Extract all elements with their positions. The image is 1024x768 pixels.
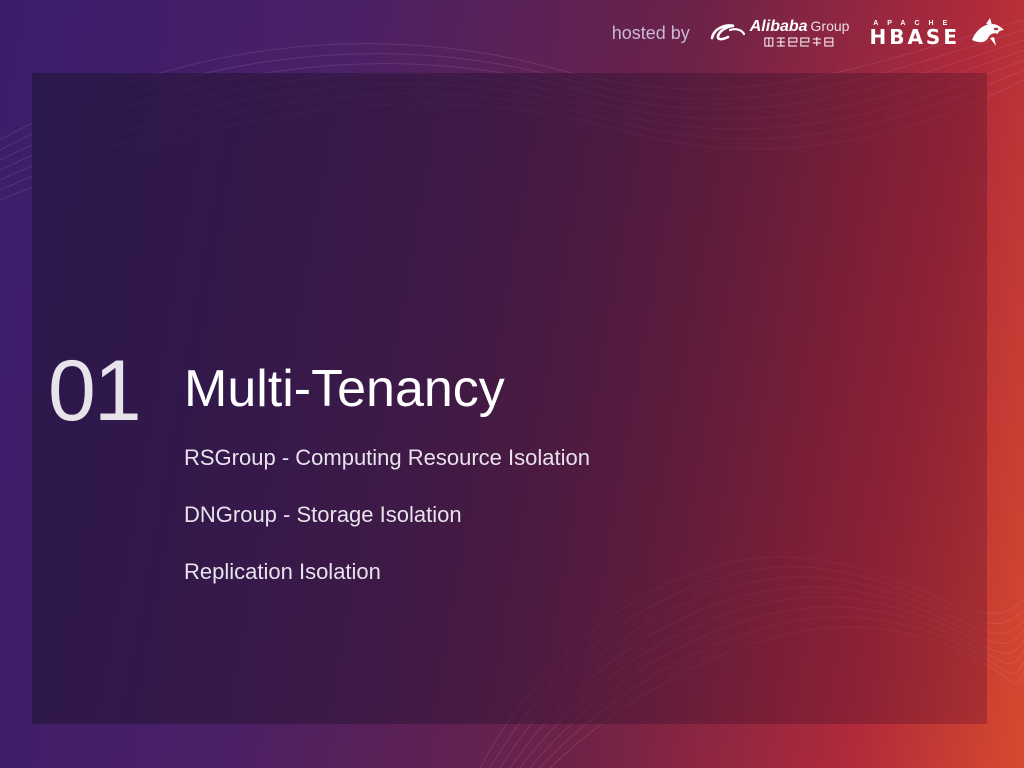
alibaba-chinese-wordmark — [764, 37, 834, 47]
alibaba-suffix: Group — [810, 18, 850, 34]
content-panel — [32, 73, 987, 724]
topic-list: RSGroup - Computing Resource Isolation D… — [184, 445, 590, 616]
alibaba-name: Alibaba — [749, 18, 808, 35]
apache-hbase-logo: APACHE HBASE — [869, 18, 1006, 48]
header-branding: hosted by Alibaba Group APACHE HBASE — [612, 14, 1006, 52]
alibaba-group-logo: Alibaba Group — [708, 18, 850, 47]
topic-item: DNGroup - Storage Isolation — [184, 502, 462, 527]
topic-item: Replication Isolation — [184, 559, 381, 584]
hosted-by-label: hosted by — [611, 22, 690, 43]
section-number: 01 — [48, 343, 142, 439]
orca-icon — [972, 18, 1004, 46]
section-title: Multi-Tenancy — [184, 360, 505, 418]
alibaba-swoosh-icon — [710, 24, 745, 41]
topic-item: RSGroup - Computing Resource Isolation — [184, 445, 590, 470]
hbase-label: HBASE — [869, 24, 960, 49]
